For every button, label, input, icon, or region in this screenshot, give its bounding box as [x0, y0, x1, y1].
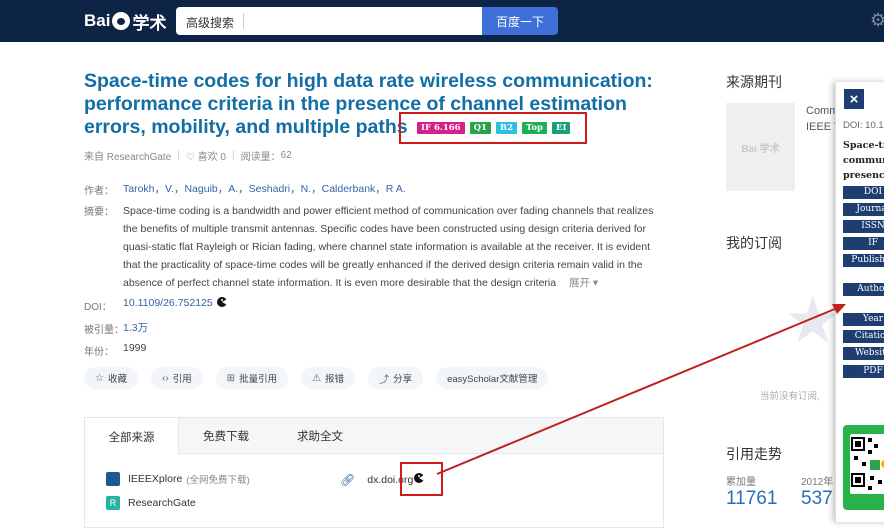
popup-field-issn[interactable]: ISSN	[843, 220, 884, 233]
tab-request-fulltext[interactable]: 求助全文	[273, 418, 367, 453]
qr-code	[850, 434, 884, 494]
share-button[interactable]: ⤴ 分享	[368, 367, 424, 389]
close-icon[interactable]: ×	[844, 89, 864, 109]
qr-pattern	[851, 437, 884, 490]
popup-title-line: Space-tir	[843, 140, 884, 151]
badge-q1: Q1	[469, 122, 491, 134]
popup-field-year[interactable]: Year	[843, 313, 884, 326]
badge-if: IF 6.166	[417, 122, 465, 134]
researchgate-icon: R	[106, 496, 120, 510]
favorite-label: 收藏	[107, 374, 127, 385]
popup-doi: DOI: 10.1	[843, 120, 884, 131]
share-icon: ⤴	[379, 374, 390, 386]
qr-code-card[interactable]	[843, 425, 884, 510]
star-icon: ☆	[95, 372, 104, 384]
abstract-label: 摘要：	[84, 207, 114, 218]
cited-label: 被引量：	[84, 325, 124, 336]
logo-text-right: 学术	[132, 13, 167, 33]
top-bar: Bai 学术 高级搜索 百度一下 ⚙	[0, 0, 884, 42]
share-label: 分享	[393, 374, 413, 385]
reads-count: 62	[280, 150, 292, 161]
report-label: 报错	[325, 374, 345, 385]
author-list[interactable]: Tarokh，V.，Naguib，A.，Seshadri，N.，Calderba…	[123, 181, 406, 196]
popup-field-if[interactable]: IF	[843, 237, 884, 250]
cite-label: 引用	[172, 374, 192, 385]
badge-b2: B2	[495, 122, 518, 134]
tab-all-sources[interactable]: 全部来源	[85, 418, 179, 455]
tab-free-download[interactable]: 免费下载	[179, 418, 273, 453]
easyscholar-manage-button[interactable]: easyScholar文献管理	[436, 367, 549, 389]
popup-field-journal[interactable]: Journal	[843, 203, 884, 216]
report-error-button[interactable]: ⚠ 报错	[301, 367, 356, 389]
easyscholar-icon[interactable]	[216, 296, 230, 308]
link-icon: 🔗︎	[340, 473, 356, 487]
doi-label: DOI：	[84, 302, 112, 313]
source-note: (全网免费下载)	[186, 475, 250, 486]
baidu-xueshu-logo[interactable]: Bai 学术	[84, 9, 166, 33]
doi-link[interactable]: 10.1109/26.752125	[123, 297, 213, 309]
popup-field-website[interactable]: Website	[843, 347, 884, 360]
expand-button[interactable]: 展开 ▾	[569, 277, 598, 289]
source-ieeexplore[interactable]: IEEEXplore (全网免费下载)	[106, 472, 250, 486]
paper-meta: 来自 ResearchGate | ♡ 喜欢 0 | 阅读量： 62	[84, 148, 292, 163]
journal-cover[interactable]: Bai 学术	[726, 103, 795, 191]
like-button[interactable]: ♡ 喜欢 0	[186, 148, 226, 163]
warning-icon: ⚠	[312, 372, 322, 384]
journal-heading: 来源期刊	[726, 74, 782, 90]
source-name: ResearchGate	[128, 497, 196, 509]
logo-text-left: Bai	[84, 11, 111, 30]
subscription-heading: 我的订阅	[726, 235, 782, 251]
popup-title-line: commun	[843, 155, 884, 166]
meta-divider: |	[231, 150, 235, 161]
easyscholar-icon[interactable]	[413, 472, 427, 484]
gear-icon[interactable]: ⚙	[870, 10, 884, 30]
popup-field-publisher[interactable]: Publisher	[843, 254, 884, 267]
popup-field-doi[interactable]: DOI	[843, 186, 884, 199]
action-bar: ☆ 收藏 ‹› 引用 ⊞ 批量引用 ⚠ 报错 ⤴ 分享 easyScholar文献管理	[84, 367, 549, 389]
source-text: 来自 ResearchGate	[84, 152, 172, 163]
search-button[interactable]: 百度一下	[482, 7, 558, 35]
badge-ei: EI	[552, 122, 571, 134]
trend-heading: 引用走势	[726, 446, 782, 462]
year-label: 年份：	[84, 347, 114, 358]
popup-title-line: presence	[843, 170, 884, 181]
easyscholar-manage-label: easyScholar文献管理	[447, 374, 538, 385]
search-divider	[243, 13, 244, 29]
easyscholar-badges: IF 6.166 Q1 B2 Top EI	[399, 112, 587, 144]
year-value: 1999	[123, 342, 147, 354]
popup-title: Space-tir commun presence	[843, 138, 884, 183]
source-researchgate[interactable]: R ResearchGate	[106, 496, 196, 510]
cite-button[interactable]: ‹› 引用	[150, 367, 203, 389]
paw-icon	[112, 12, 131, 30]
batch-cite-button[interactable]: ⊞ 批量引用	[215, 367, 289, 389]
source-name: IEEEXplore	[128, 473, 183, 485]
subscription-empty: 当前没有订阅,	[760, 391, 820, 402]
ieee-icon	[106, 472, 120, 486]
popup-field-pdf[interactable]: PDF	[843, 365, 884, 378]
star-illustration: ★	[784, 284, 842, 356]
cited-count[interactable]: 1.3万	[123, 320, 148, 335]
trend-year-label: 2012年	[801, 477, 834, 488]
code-icon: ‹›	[161, 372, 169, 384]
reads-label: 阅读量：	[240, 152, 281, 163]
advanced-search-link[interactable]: 高级搜索	[186, 14, 234, 31]
batch-icon: ⊞	[226, 372, 236, 384]
favorite-button[interactable]: ☆ 收藏	[84, 367, 138, 389]
source-tabs: 全部来源 免费下载 求助全文	[85, 418, 663, 455]
trend-total-label: 累加量	[726, 477, 756, 488]
meta-divider: |	[177, 150, 180, 161]
trend-year-value: 537	[801, 488, 833, 509]
abstract-text: Space-time coding is a bandwidth and pow…	[123, 202, 667, 292]
search-input[interactable]: 高级搜索	[176, 7, 482, 35]
trend-total-value: 11761	[726, 488, 778, 509]
badge-top: Top	[522, 122, 547, 134]
popup-field-citation[interactable]: Citation	[843, 330, 884, 343]
authors-label: 作者：	[84, 186, 114, 197]
batch-cite-label: 批量引用	[239, 374, 278, 385]
popup-field-author[interactable]: Author	[843, 283, 884, 296]
